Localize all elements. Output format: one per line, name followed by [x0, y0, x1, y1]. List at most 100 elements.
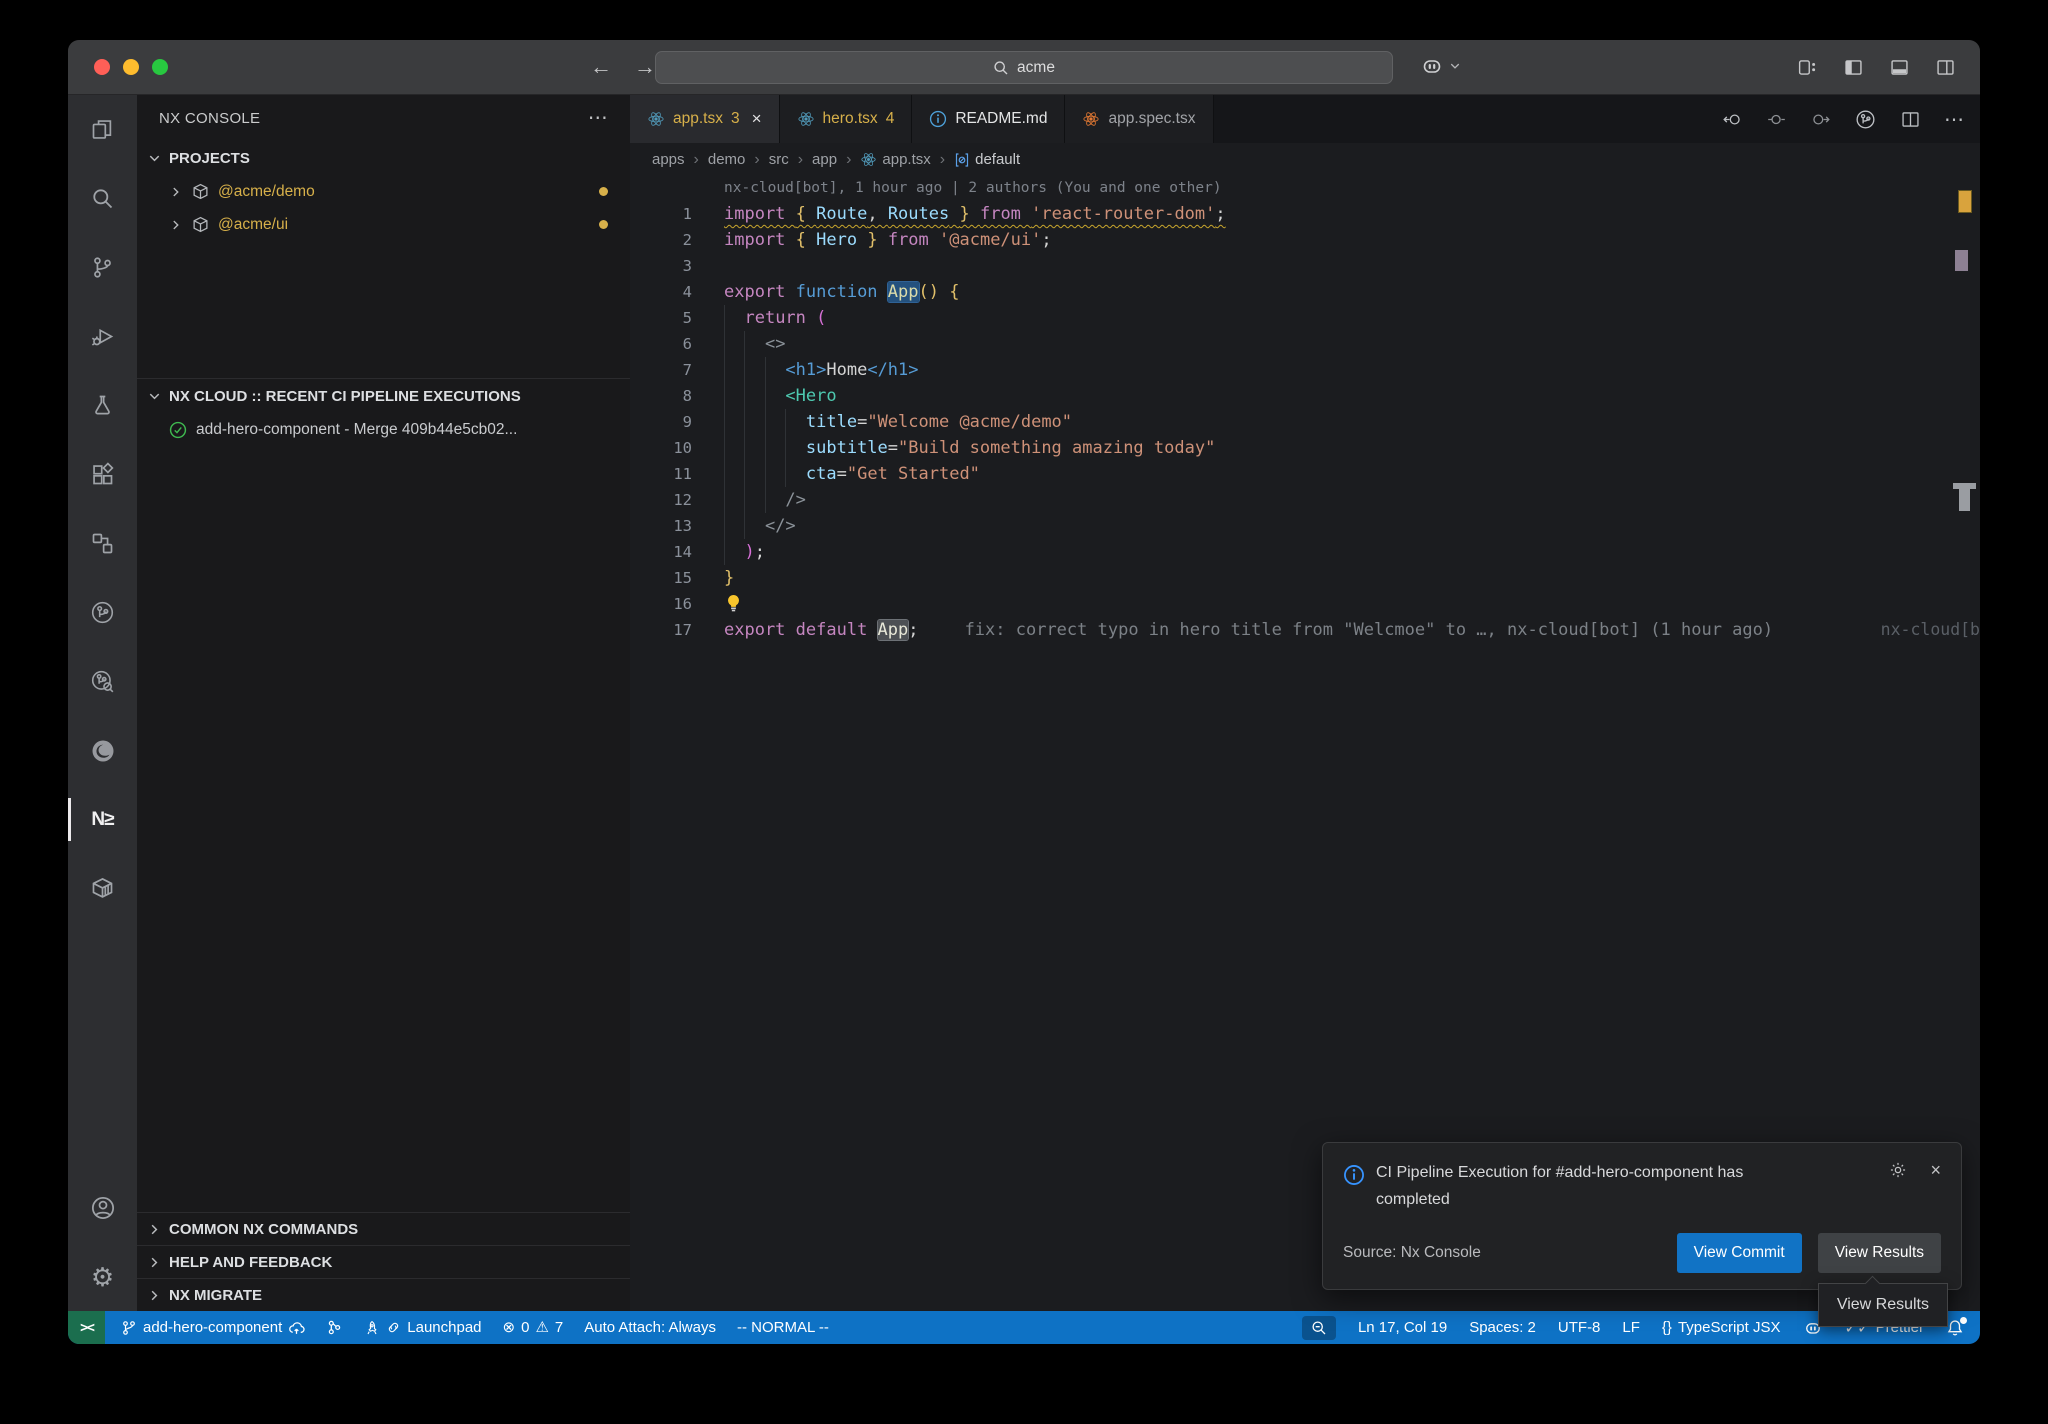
cloud-upload-icon	[288, 1319, 305, 1336]
gitlens-icon[interactable]	[68, 578, 137, 647]
project-graph-icon[interactable]	[68, 509, 137, 578]
code-line[interactable]: 14 );	[630, 539, 1980, 565]
view-commit-button[interactable]: View Commit	[1677, 1233, 1802, 1273]
errors-icon: ⊗	[503, 1320, 516, 1335]
code-line[interactable]: 2import { Hero } from '@acme/ui';	[630, 227, 1980, 253]
eol-status[interactable]: LF	[1622, 1319, 1640, 1336]
code-line[interactable]: 1import { Route, Routes } from 'react-ro…	[630, 201, 1980, 227]
previous-change-icon[interactable]	[1722, 109, 1743, 130]
more-actions-icon[interactable]: ⋯	[1944, 107, 1964, 132]
code-line[interactable]: 17export default App;fix: correct typo i…	[630, 617, 1980, 643]
section-common-nx-commands[interactable]: COMMON NX COMMANDS	[137, 1212, 630, 1245]
section-nx-cloud[interactable]: NX CLOUD :: RECENT CI PIPELINE EXECUTION…	[137, 379, 630, 413]
code-line[interactable]: 5 return (	[630, 305, 1980, 331]
code-line[interactable]: 11 cta="Get Started"	[630, 461, 1980, 487]
extensions-icon[interactable]	[68, 440, 137, 509]
notification-settings-gear-icon[interactable]	[1888, 1160, 1908, 1180]
tab-app-tsx[interactable]: app.tsx 3 ×	[630, 95, 780, 143]
code-editor[interactable]: nx-cloud[bot], 1 hour ago | 2 authors (Y…	[630, 176, 1980, 643]
code-line[interactable]: 6 <>	[630, 331, 1980, 357]
project-item-acme-demo[interactable]: @acme/demo	[137, 175, 630, 208]
navigate-forward-icon[interactable]: →	[634, 56, 656, 78]
git-branch-status[interactable]: add-hero-component	[121, 1319, 305, 1336]
remote-indicator[interactable]: ><	[68, 1311, 105, 1344]
section-projects[interactable]: PROJECTS	[137, 141, 630, 175]
commit-graph-icon[interactable]	[326, 1319, 343, 1336]
zoom-status[interactable]	[1302, 1316, 1336, 1340]
status-bar: >< add-hero-component Launchpad ⊗ 0 ⚠ 7 …	[68, 1311, 1980, 1344]
code-line[interactable]: 10 subtitle="Build something amazing tod…	[630, 435, 1980, 461]
code-line[interactable]: 12 />	[630, 487, 1980, 513]
view-results-button[interactable]: View Results	[1818, 1233, 1941, 1273]
search-icon	[993, 60, 1009, 76]
code-line[interactable]: 9 title="Welcome @acme/demo"	[630, 409, 1980, 435]
split-editor-icon[interactable]	[1900, 109, 1921, 130]
edge-browser-icon[interactable]	[68, 716, 137, 785]
search-icon[interactable]	[68, 164, 137, 233]
code-line[interactable]: 7 <h1>Home</h1>	[630, 357, 1980, 383]
code-line[interactable]: 3	[630, 253, 1980, 279]
chevron-right-icon	[147, 1288, 162, 1303]
explorer-icon[interactable]	[68, 95, 137, 164]
toggle-panel-icon[interactable]	[1889, 57, 1910, 78]
pipeline-execution-item[interactable]: add-hero-component - Merge 409b44e5cb02.…	[137, 413, 630, 446]
toggle-secondary-sidebar-icon[interactable]	[1935, 57, 1956, 78]
chevron-right-icon	[147, 1222, 162, 1237]
line-number: 2	[630, 227, 692, 253]
project-item-acme-ui[interactable]: @acme/ui	[137, 208, 630, 241]
encoding-status[interactable]: UTF-8	[1558, 1319, 1601, 1336]
more-actions-icon[interactable]: ⋯	[588, 108, 608, 128]
toggle-primary-sidebar-icon[interactable]	[1843, 57, 1864, 78]
tab-hero-tsx[interactable]: hero.tsx 4	[780, 95, 913, 143]
nx-console-icon[interactable]: N≥	[68, 785, 137, 854]
overview-ruler-warning-marker	[1958, 190, 1972, 213]
code-line[interactable]: 8 <Hero	[630, 383, 1980, 409]
code-line[interactable]: 15}	[630, 565, 1980, 591]
close-tab-icon[interactable]: ×	[752, 109, 762, 129]
react-icon	[1082, 110, 1100, 128]
settings-gear-icon[interactable]: ⚙	[68, 1242, 137, 1311]
code-line[interactable]: 4export function App() {	[630, 279, 1980, 305]
section-help-and-feedback[interactable]: HELP AND FEEDBACK	[137, 1245, 630, 1278]
chevron-right-icon	[147, 1255, 162, 1270]
problems-status[interactable]: ⊗ 0 ⚠ 7	[503, 1319, 564, 1336]
compare-change-icon[interactable]	[1766, 109, 1787, 130]
source-control-icon[interactable]	[68, 233, 137, 302]
code-line[interactable]: 16	[630, 591, 1980, 617]
quick-fix-lightbulb-icon[interactable]	[724, 594, 743, 613]
auto-attach-status[interactable]: Auto Attach: Always	[584, 1319, 716, 1336]
copilot-menu[interactable]	[1420, 54, 1461, 78]
customize-layout-icon[interactable]	[1797, 57, 1818, 78]
gitlens-search-icon[interactable]	[68, 647, 137, 716]
maximize-window-button[interactable]	[152, 59, 168, 75]
next-change-icon[interactable]	[1810, 109, 1831, 130]
sidebar-nx-console: NX CONSOLE ⋯ PROJECTS @acme/demo @acme/u…	[137, 95, 630, 1311]
accounts-icon[interactable]	[68, 1173, 137, 1242]
language-mode-status[interactable]: {} TypeScript JSX	[1662, 1319, 1781, 1336]
launchpad-status[interactable]: Launchpad	[364, 1319, 481, 1336]
testing-icon[interactable]	[68, 371, 137, 440]
line-number: 5	[630, 305, 692, 331]
containers-icon[interactable]	[68, 854, 137, 923]
tab-app-spec-tsx[interactable]: app.spec.tsx	[1065, 95, 1213, 143]
zoom-out-icon	[1311, 1320, 1327, 1336]
minimize-window-button[interactable]	[123, 59, 139, 75]
code-line[interactable]: 13 </>	[630, 513, 1980, 539]
git-blame-header[interactable]: nx-cloud[bot], 1 hour ago | 2 authors (Y…	[630, 176, 1980, 201]
tab-readme-md[interactable]: README.md	[912, 95, 1065, 143]
breadcrumb-file[interactable]: app.tsx	[860, 151, 930, 168]
close-notification-icon[interactable]: ×	[1930, 1161, 1941, 1179]
tab-bar: app.tsx 3 × hero.tsx 4 README.md app.spe…	[630, 95, 1980, 143]
command-center-search[interactable]: acme	[655, 51, 1393, 84]
run-and-debug-icon[interactable]	[68, 302, 137, 371]
close-window-button[interactable]	[94, 59, 110, 75]
cursor-position-status[interactable]: Ln 17, Col 19	[1358, 1319, 1447, 1336]
vim-mode-status[interactable]: -- NORMAL --	[737, 1319, 829, 1336]
gitlens-graph-icon[interactable]	[1854, 108, 1877, 131]
notifications-bell[interactable]	[1946, 1319, 1964, 1337]
navigate-back-icon[interactable]: ←	[590, 56, 612, 78]
indentation-status[interactable]: Spaces: 2	[1469, 1319, 1536, 1336]
line-number: 7	[630, 357, 692, 383]
section-nx-migrate[interactable]: NX MIGRATE	[137, 1278, 630, 1311]
breadcrumb-symbol[interactable]: default	[954, 151, 1020, 168]
